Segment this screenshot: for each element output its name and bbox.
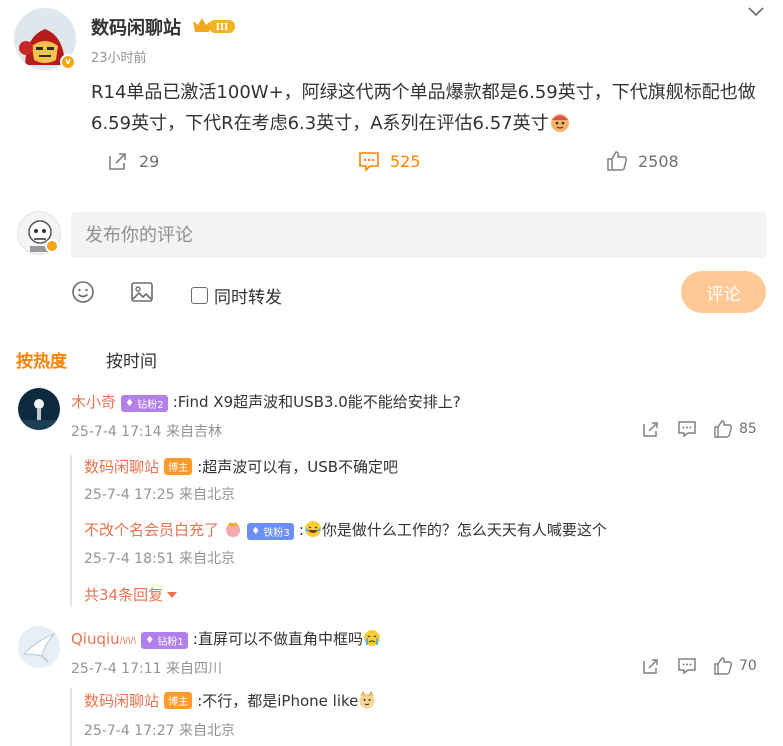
comment-actions: 85 xyxy=(641,419,757,439)
post-author-name[interactable]: 数码闲聊站 xyxy=(91,14,181,40)
verified-badge-icon: v xyxy=(60,54,76,70)
reply-header: 数码闲聊站 博主 :超声波可以有，USB不确定吧 xyxy=(84,456,398,477)
face-emoji-icon xyxy=(549,111,571,133)
thumbs-up-icon xyxy=(714,420,733,438)
post-text: R14单品已激活100W+，阿绿这代两个单品爆款都是6.59英寸，下代旗舰标配也… xyxy=(91,82,756,134)
comment-like-button[interactable]: 85 xyxy=(713,419,757,439)
comment-text: :直屏可以不做直角中框吗 xyxy=(192,630,363,648)
tab-sort-hot[interactable]: 按热度 xyxy=(16,347,67,372)
comment-header: 木小奇 ♦ 钻粉2 :Find X9超声波和USB3.0能不能给安排上? xyxy=(71,391,461,412)
comment-avatar[interactable] xyxy=(18,388,60,430)
forward-checkbox[interactable] xyxy=(191,287,208,304)
more-replies-label: 共34条回复 xyxy=(84,586,164,604)
share-icon[interactable] xyxy=(641,419,661,439)
reply-author[interactable]: 数码闲聊站 xyxy=(84,458,159,476)
reply-author[interactable]: 不改个名会员白充了 xyxy=(84,521,219,539)
comment-icon xyxy=(359,152,379,172)
post-body: R14单品已激活100W+，阿绿这代两个单品爆款都是6.59英寸，下代旗舰标配也… xyxy=(91,77,771,139)
reply-meta: 25-7-4 17:27 来自北京 xyxy=(84,723,235,739)
reply-divider xyxy=(70,455,72,607)
forward-toggle[interactable]: 同时转发 xyxy=(191,283,282,308)
tab-sort-time[interactable]: 按时间 xyxy=(106,347,157,372)
host-badge: 博主 xyxy=(164,692,193,709)
comment-like-count: 85 xyxy=(739,421,757,437)
like-count: 2508 xyxy=(638,151,679,171)
share-icon xyxy=(109,153,126,170)
comment-author[interactable]: Qiuqiu xyxy=(71,630,120,648)
fan-badge: ♦ 钻粉2 xyxy=(121,395,168,412)
crying-emoji-icon xyxy=(363,629,381,647)
rank-badge-icon: III xyxy=(191,15,237,37)
doge-emoji-icon xyxy=(358,690,376,709)
reply-icon[interactable] xyxy=(677,419,697,439)
comment-like-count: 70 xyxy=(739,658,757,674)
reply-header: 数码闲聊站 博主 :不行，都是iPhone like xyxy=(84,690,376,711)
comment-like-button[interactable]: 70 xyxy=(713,656,757,676)
post-time[interactable]: 23小时前 xyxy=(91,47,147,66)
my-verified-badge-icon xyxy=(45,239,59,253)
thumbs-up-icon xyxy=(607,151,628,171)
emoji-picker-icon[interactable] xyxy=(71,280,95,304)
more-replies-link[interactable]: 共34条回复 xyxy=(84,584,178,605)
reply-meta: 25-7-4 18:51 来自北京 xyxy=(84,551,235,567)
comment-count: 525 xyxy=(390,151,421,171)
reply-icon[interactable] xyxy=(677,656,697,676)
comment-meta: 25-7-4 17:11 来自四川 xyxy=(71,661,222,677)
comment-meta: 25-7-4 17:14 来自吉林 xyxy=(71,424,222,440)
comment-button[interactable]: 525 xyxy=(358,150,421,172)
reply-header: 不改个名会员白充了 ♦ 铁粉3 : 你是做什么工作的？怎么天天有人喊要这个 xyxy=(84,520,607,540)
like-button[interactable]: 2508 xyxy=(606,150,679,172)
name-decoration-icon: ﾊﾊﾊ xyxy=(119,634,137,647)
fan-badge: ♦ 铁粉3 xyxy=(247,523,294,540)
reply-text: :不行，都是iPhone like xyxy=(197,692,359,710)
share-count: 29 xyxy=(139,151,160,171)
reply-author[interactable]: 数码闲聊站 xyxy=(84,692,159,710)
image-upload-icon[interactable] xyxy=(130,280,154,304)
reply-text: :超声波可以有，USB不确定吧 xyxy=(197,458,399,476)
comment-author[interactable]: 木小奇 xyxy=(71,393,116,411)
comment-actions: 70 xyxy=(641,656,757,676)
reply-divider xyxy=(70,688,72,746)
fan-badge: ♦ 钻粉1 xyxy=(141,632,188,649)
reply-meta: 25-7-4 17:25 来自北京 xyxy=(84,487,235,503)
comment-avatar[interactable] xyxy=(18,626,60,668)
submit-comment-button[interactable]: 评论 xyxy=(681,271,766,313)
share-icon[interactable] xyxy=(641,656,661,676)
laughing-emoji-icon xyxy=(304,520,322,538)
chevron-down-icon[interactable] xyxy=(747,4,765,18)
rank-badge-label: III xyxy=(216,23,229,33)
comment-input[interactable] xyxy=(71,212,767,258)
forward-label: 同时转发 xyxy=(214,288,282,308)
reply-text: 你是做什么工作的？怎么天天有人喊要这个 xyxy=(321,521,607,539)
comment-text: :Find X9超声波和USB3.0能不能给安排上? xyxy=(172,393,461,411)
host-badge: 博主 xyxy=(164,458,193,475)
vip-crown-icon xyxy=(224,520,242,538)
share-button[interactable]: 29 xyxy=(107,150,159,172)
thumbs-up-icon xyxy=(714,657,733,675)
comment-header: Qiuqiuﾊﾊﾊ ♦ 钻粉1 :直屏可以不做直角中框吗 xyxy=(71,628,381,649)
caret-down-icon xyxy=(167,591,178,598)
